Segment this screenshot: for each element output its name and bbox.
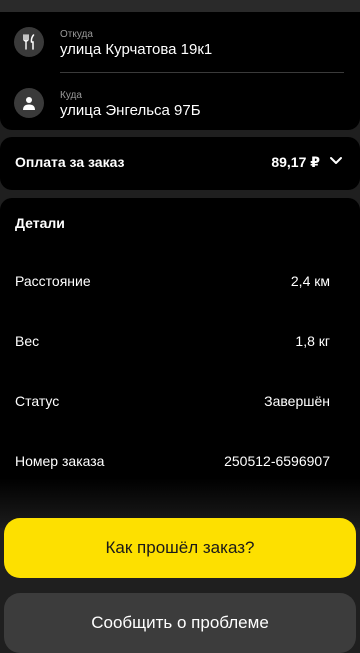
chevron-down-icon[interactable] — [328, 152, 344, 168]
route-to-address: улица Энгельса 97Б — [60, 102, 201, 119]
payment-amount: 89,17 ₽ — [271, 154, 320, 170]
route-to-row[interactable]: Куда улица Энгельса 97Б — [0, 73, 360, 129]
details-title: Детали — [15, 215, 65, 231]
route-to-label: Куда — [60, 90, 82, 101]
route-from-address: улица Курчатова 19к1 — [60, 41, 213, 58]
detail-label: Номер заказа — [15, 453, 105, 469]
detail-row-order-number[interactable]: Номер заказа 250512-6596907 — [0, 447, 360, 477]
detail-row-status: Статус Завершён — [0, 387, 360, 417]
report-problem-button[interactable]: Сообщить о проблеме — [4, 593, 356, 653]
route-from-label: Откуда — [60, 29, 93, 40]
details-section: Детали Расстояние 2,4 км Вес 1,8 кг Стат… — [0, 198, 360, 528]
route-from-row[interactable]: Откуда улица Курчатова 19к1 — [0, 12, 360, 68]
detail-value: 250512-6596907 — [224, 453, 330, 469]
fork-knife-icon — [14, 27, 44, 57]
route-card: Откуда улица Курчатова 19к1 Куда улица Э… — [0, 12, 360, 130]
detail-label: Статус — [15, 393, 60, 409]
detail-row-weight: Вес 1,8 кг — [0, 327, 360, 357]
detail-row-distance: Расстояние 2,4 км — [0, 267, 360, 297]
payment-row[interactable]: Оплата за заказ 89,17 ₽ — [0, 137, 360, 190]
person-icon — [14, 88, 44, 118]
detail-label: Вес — [15, 333, 40, 349]
rate-order-button[interactable]: Как прошёл заказ? — [4, 518, 356, 578]
detail-value: 2,4 км — [290, 273, 330, 289]
detail-value: 1,8 кг — [295, 333, 330, 349]
detail-label: Расстояние — [15, 273, 91, 289]
payment-label: Оплата за заказ — [15, 154, 125, 170]
detail-value: Завершён — [264, 393, 330, 409]
top-strip — [0, 0, 360, 12]
